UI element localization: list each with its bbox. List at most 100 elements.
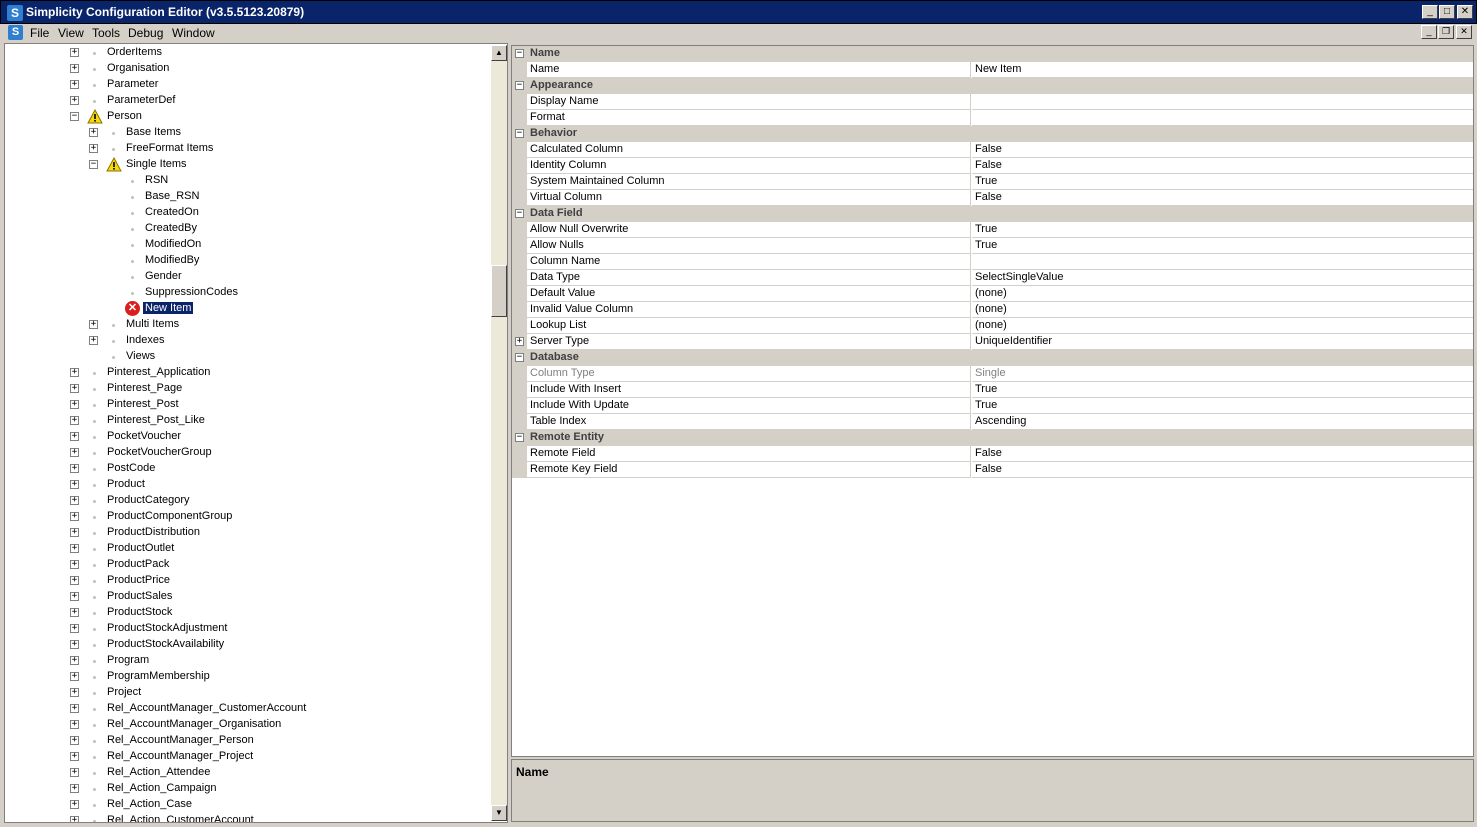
tree-row[interactable]: + Parameter <box>5 77 491 93</box>
expand-icon[interactable]: + <box>70 80 79 89</box>
property-value[interactable]: UniqueIdentifier <box>972 334 1473 350</box>
tree-row[interactable]: + ParameterDef <box>5 93 491 109</box>
property-row[interactable]: Format <box>512 110 1473 126</box>
tree-node-label[interactable]: CreatedOn <box>145 206 199 218</box>
tree-node-label[interactable]: Project <box>107 686 141 698</box>
property-name[interactable]: Column Name <box>527 254 971 270</box>
tree-row[interactable]: + Pinterest_Page <box>5 381 491 397</box>
tree-row[interactable]: + Rel_Action_Attendee <box>5 765 491 781</box>
property-row[interactable]: System Maintained Column True <box>512 174 1473 190</box>
tree-row[interactable]: SuppressionCodes <box>5 285 491 301</box>
menu-file[interactable]: File <box>30 26 49 40</box>
tree-node-label[interactable]: ProductStockAvailability <box>107 638 224 650</box>
expand-icon[interactable]: + <box>70 816 79 822</box>
menu-debug[interactable]: Debug <box>128 26 163 40</box>
property-name[interactable]: Default Value <box>527 286 971 302</box>
tree-node-label[interactable]: Indexes <box>126 334 165 346</box>
property-row[interactable]: Include With Insert True <box>512 382 1473 398</box>
menu-view[interactable]: View <box>58 26 84 40</box>
property-row[interactable]: Remote Key Field False <box>512 462 1473 478</box>
property-value[interactable]: (none) <box>972 286 1473 302</box>
expand-icon[interactable]: + <box>89 320 98 329</box>
tree-row[interactable]: + Base Items <box>5 125 491 141</box>
tree-row[interactable]: + Product <box>5 477 491 493</box>
expand-icon[interactable]: + <box>70 480 79 489</box>
tree-node-label[interactable]: Organisation <box>107 62 169 74</box>
tree-row[interactable]: Gender <box>5 269 491 285</box>
property-value[interactable]: (none) <box>972 318 1473 334</box>
tree-node-label[interactable]: Rel_AccountManager_CustomerAccount <box>107 702 306 714</box>
property-name[interactable]: Column Type <box>527 366 971 382</box>
property-row[interactable]: + Server Type UniqueIdentifier <box>512 334 1473 350</box>
expand-icon[interactable]: + <box>70 432 79 441</box>
expand-icon[interactable]: + <box>70 384 79 393</box>
tree-node-label[interactable]: ProductDistribution <box>107 526 200 538</box>
property-name[interactable]: Data Type <box>527 270 971 286</box>
expand-icon[interactable]: + <box>70 560 79 569</box>
collapse-icon[interactable]: − <box>515 49 524 58</box>
tree-node-label[interactable]: ProductPrice <box>107 574 170 586</box>
tree-node-label[interactable]: Gender <box>145 270 182 282</box>
tree-scrollbar[interactable]: ▲ ▼ <box>491 45 507 821</box>
tree-row[interactable]: + Program <box>5 653 491 669</box>
property-value[interactable]: False <box>972 158 1473 174</box>
tree-node-label[interactable]: CreatedBy <box>145 222 197 234</box>
property-row[interactable]: Name New Item <box>512 62 1473 78</box>
property-value[interactable]: True <box>972 398 1473 414</box>
tree-row[interactable]: + Rel_AccountManager_CustomerAccount <box>5 701 491 717</box>
tree-row[interactable]: Base_RSN <box>5 189 491 205</box>
property-row[interactable]: Invalid Value Column (none) <box>512 302 1473 318</box>
tree-row[interactable]: + OrderItems <box>5 45 491 61</box>
collapse-icon[interactable]: − <box>515 209 524 218</box>
tree-row[interactable]: Views <box>5 349 491 365</box>
tree-row[interactable]: + Organisation <box>5 61 491 77</box>
category-row[interactable]: − Name <box>512 46 1473 62</box>
close-icon[interactable]: ✕ <box>1457 5 1473 19</box>
collapse-icon[interactable]: − <box>515 433 524 442</box>
property-value[interactable]: True <box>972 238 1473 254</box>
property-row[interactable]: Allow Nulls True <box>512 238 1473 254</box>
tree-row[interactable]: + PocketVoucherGroup <box>5 445 491 461</box>
expand-icon[interactable]: + <box>70 592 79 601</box>
tree-node-label[interactable]: Rel_Action_Campaign <box>107 782 216 794</box>
tree-node-label[interactable]: ProductPack <box>107 558 169 570</box>
expand-icon[interactable]: + <box>70 608 79 617</box>
tree-row[interactable]: + PocketVoucher <box>5 429 491 445</box>
tree-row[interactable]: + PostCode <box>5 461 491 477</box>
tree-row[interactable]: + ProductStock <box>5 605 491 621</box>
property-row[interactable]: Remote Field False <box>512 446 1473 462</box>
tree-node-label[interactable]: Pinterest_Post <box>107 398 179 410</box>
category-row[interactable]: − Appearance <box>512 78 1473 94</box>
tree-node-label[interactable]: Views <box>126 350 155 362</box>
property-value[interactable]: (none) <box>972 302 1473 318</box>
property-row[interactable]: Default Value (none) <box>512 286 1473 302</box>
tree-node-label[interactable]: OrderItems <box>107 46 162 58</box>
tree-node-label[interactable]: Base_RSN <box>145 190 199 202</box>
property-row[interactable]: Column Type Single <box>512 366 1473 382</box>
tree-row[interactable]: + Rel_Action_Campaign <box>5 781 491 797</box>
tree-node-label[interactable]: ProductStock <box>107 606 172 618</box>
property-name[interactable]: Allow Null Overwrite <box>527 222 971 238</box>
tree-node-label[interactable]: Parameter <box>107 78 158 90</box>
expand-icon[interactable]: + <box>70 784 79 793</box>
tree-node-label[interactable]: Rel_AccountManager_Project <box>107 750 253 762</box>
tree-node-label[interactable]: PostCode <box>107 462 155 474</box>
expand-icon[interactable]: + <box>89 144 98 153</box>
document-icon[interactable]: S <box>8 25 23 40</box>
property-value[interactable] <box>972 94 1473 110</box>
property-value[interactable]: False <box>972 446 1473 462</box>
property-value[interactable]: False <box>972 142 1473 158</box>
property-name[interactable]: Format <box>527 110 971 126</box>
tree-row[interactable]: + Rel_AccountManager_Project <box>5 749 491 765</box>
tree-node-label[interactable]: Pinterest_Post_Like <box>107 414 205 426</box>
property-name[interactable]: Remote Key Field <box>527 462 971 478</box>
tree-node-label[interactable]: ProductStockAdjustment <box>107 622 227 634</box>
category-row[interactable]: − Behavior <box>512 126 1473 142</box>
tree-row[interactable]: − Single Items <box>5 157 491 173</box>
tree-node-label[interactable]: Single Items <box>126 158 187 170</box>
property-value[interactable]: False <box>972 462 1473 478</box>
property-value[interactable]: Ascending <box>972 414 1473 430</box>
tree-row[interactable]: + Rel_Action_Case <box>5 797 491 813</box>
expand-icon[interactable]: + <box>70 672 79 681</box>
expand-icon[interactable]: + <box>70 512 79 521</box>
